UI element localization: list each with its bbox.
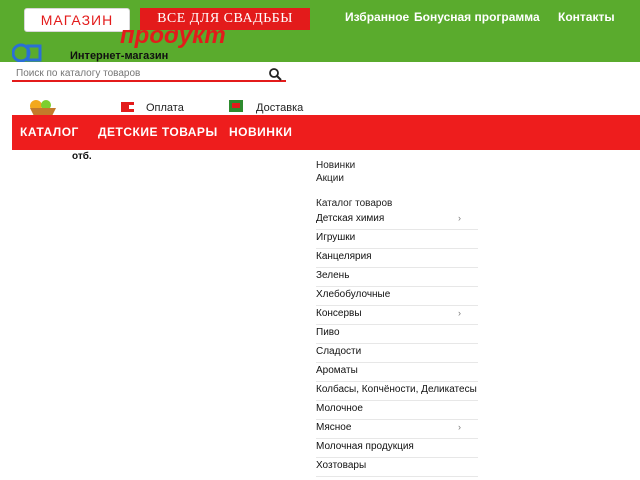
menu-item[interactable]: Мясное <box>316 420 478 439</box>
menu-item[interactable]: Канцелярия <box>316 249 478 268</box>
nav-new-items[interactable]: НОВИНКИ <box>229 115 292 150</box>
logo-icon[interactable] <box>12 40 42 62</box>
chevron-right-icon: › <box>458 308 461 318</box>
menu-item[interactable]: Пиво <box>316 325 478 344</box>
chevron-right-icon: › <box>458 213 461 223</box>
search-icon[interactable] <box>268 67 282 81</box>
menu-item[interactable]: Колбасы, Копчёности, Деликатесы <box>316 382 478 401</box>
nav-catalog[interactable]: КАТАЛОГ <box>20 115 79 150</box>
menu-item[interactable]: Молочная продукция <box>316 439 478 458</box>
menu-item[interactable]: Молочное <box>316 401 478 420</box>
wallet-icon <box>121 102 135 112</box>
chevron-right-icon: › <box>458 422 461 432</box>
logo-text[interactable]: продукт <box>120 22 226 50</box>
logo-subtitle: Интернет-магазин <box>70 50 169 62</box>
delivery-box-icon <box>229 100 243 112</box>
menu-link-new[interactable]: Новинки <box>316 160 355 171</box>
quick-link-delivery[interactable]: Доставка <box>256 102 303 114</box>
search-input[interactable] <box>12 66 286 82</box>
menu-item[interactable]: Консервы <box>316 306 478 325</box>
menu-item[interactable]: Детская химия <box>316 211 478 230</box>
header-link-contacts[interactable]: Контакты <box>558 10 615 24</box>
nav-kids-goods[interactable]: ДЕТСКИЕ ТОВАРЫ <box>98 115 218 150</box>
menu-link-sales[interactable]: Акции <box>316 173 344 184</box>
header-link-favorites[interactable]: Избранное <box>345 10 409 24</box>
header-link-bonus[interactable]: Бонусная программа <box>414 10 540 24</box>
menu-item[interactable]: Хозтовары <box>316 458 478 477</box>
menu-item[interactable]: Зелень <box>316 268 478 287</box>
tab-shop[interactable]: МАГАЗИН <box>24 8 130 32</box>
menu-item[interactable]: Ароматы <box>316 363 478 382</box>
menu-item[interactable]: Сладости <box>316 344 478 363</box>
menu-heading-catalog[interactable]: Каталог товаров <box>316 198 392 209</box>
small-label: отб. <box>72 151 92 162</box>
quick-link-payment[interactable]: Оплата <box>146 102 184 114</box>
fruit-basket-icon[interactable] <box>26 96 60 116</box>
menu-item[interactable]: Хлебобулочные <box>316 287 478 306</box>
menu-item[interactable]: Игрушки <box>316 230 478 249</box>
